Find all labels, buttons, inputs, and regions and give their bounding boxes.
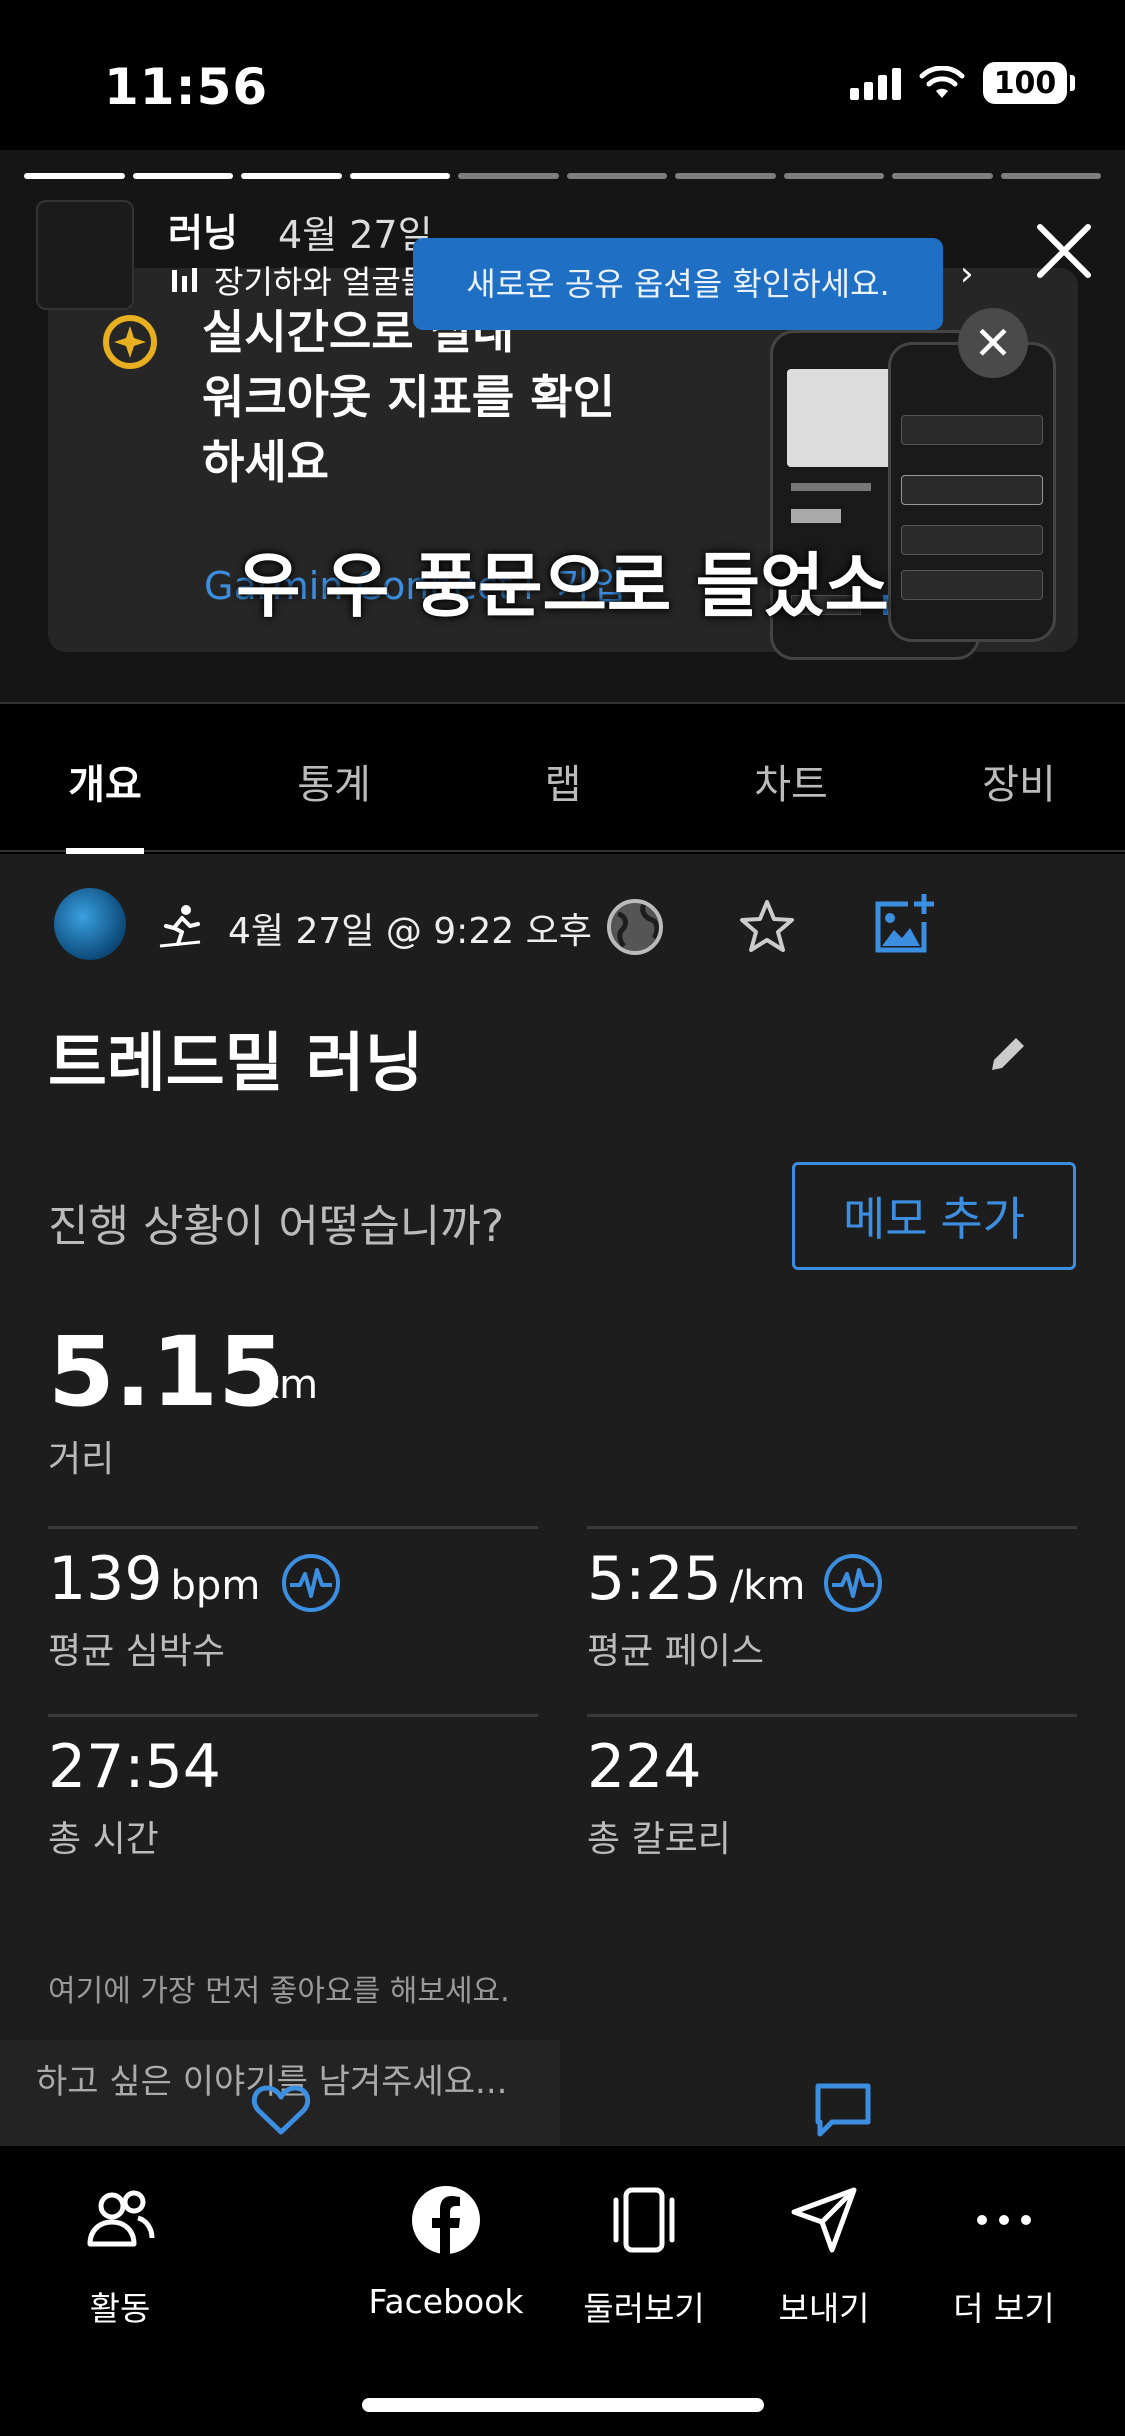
- heart-icon[interactable]: [250, 2082, 312, 2138]
- battery-indicator: 100: [983, 62, 1075, 104]
- story-author: 러닝: [168, 211, 238, 255]
- divider: [48, 1526, 538, 1529]
- more-label: 더 보기: [953, 2289, 1055, 2328]
- story-progress-segment: [24, 173, 125, 179]
- total-calories-label: 총 칼로리: [587, 1819, 731, 1860]
- send-icon: [791, 2187, 857, 2253]
- distance-value: 5.15: [48, 1316, 285, 1428]
- feel-question: 진행 상황이 어떻습니까?: [48, 1201, 505, 1252]
- story-progress-segment: [1000, 173, 1101, 179]
- avg-hr-stat: 139 bpm: [48, 1544, 260, 1614]
- story-progress-segment: [675, 173, 776, 179]
- total-calories-value: 224: [587, 1732, 702, 1802]
- story-progress-segment: [241, 173, 342, 179]
- story-progress-segment: [458, 173, 559, 179]
- divider: [587, 1526, 1077, 1529]
- tab-stats[interactable]: 통계: [274, 752, 394, 810]
- status-icons: 100: [850, 62, 1075, 104]
- garmin-connect-plus-icon: [103, 315, 157, 369]
- avg-pace-label: 평균 페이스: [587, 1631, 765, 1672]
- tab-gear[interactable]: 장비: [959, 752, 1079, 810]
- add-photo-icon[interactable]: [868, 890, 938, 960]
- heart-rate-chart-icon[interactable]: [280, 1552, 342, 1614]
- story-progress-segment: [892, 173, 993, 179]
- story-progress-segment: [349, 173, 450, 179]
- story-progress-segment: [132, 173, 233, 179]
- star-icon[interactable]: [736, 896, 798, 958]
- avg-pace-unit: /km: [729, 1563, 806, 1609]
- divider: [48, 1714, 538, 1717]
- facebook-label: Facebook: [368, 2282, 524, 2321]
- distance-unit: km: [256, 1362, 319, 1408]
- tab-overview[interactable]: 개요: [45, 752, 165, 810]
- close-icon[interactable]: [1028, 215, 1100, 287]
- avg-hr-value: 139: [48, 1544, 163, 1614]
- send-button[interactable]: 보내기: [734, 2180, 914, 2330]
- tab-laps[interactable]: 랩: [503, 752, 623, 810]
- globe-icon[interactable]: [604, 896, 666, 958]
- story-thumbnail: [36, 200, 134, 310]
- status-time: 11:56: [104, 58, 269, 116]
- facebook-icon: [412, 2186, 480, 2254]
- story-caption: 우 우 풍문으로 들었소: [236, 545, 889, 627]
- facebook-share-button[interactable]: Facebook: [356, 2180, 536, 2321]
- more-icon: [977, 2215, 1031, 2225]
- edit-pencil-icon[interactable]: [984, 1030, 1032, 1078]
- more-button[interactable]: 더 보기: [914, 2180, 1094, 2330]
- activity-feed-button[interactable]: 활동: [30, 2180, 210, 2330]
- music-bars-icon: [172, 268, 197, 292]
- comment-icon[interactable]: [812, 2080, 874, 2142]
- avg-hr-unit: bpm: [170, 1563, 261, 1609]
- tab-bar: 개요 통계 랩 차트 장비: [0, 702, 1125, 852]
- story-progress-bars: [24, 173, 1101, 179]
- like-prompt: 여기에 가장 먼저 좋아요를 해보세요.: [48, 1974, 510, 2009]
- story-date: 4월 27일: [278, 213, 433, 257]
- activity-feed-label: 활동: [89, 2289, 151, 2328]
- wifi-icon: [919, 66, 965, 98]
- browse-icon: [613, 2187, 675, 2253]
- browse-button[interactable]: 둘러보기: [554, 2180, 734, 2330]
- distance-label: 거리: [48, 1439, 115, 1480]
- share-options-tooltip[interactable]: 새로운 공유 옵션을 확인하세요.: [413, 238, 943, 330]
- send-label: 보내기: [778, 2289, 870, 2328]
- avg-pace-stat: 5:25/km: [587, 1544, 805, 1614]
- avg-hr-label: 평균 심박수: [48, 1631, 226, 1672]
- add-memo-button[interactable]: 메모 추가: [792, 1162, 1076, 1270]
- chevron-right-icon[interactable]: ›: [960, 254, 974, 294]
- treadmill-run-icon: [159, 905, 201, 948]
- activity-title: 트레드밀 러닝: [48, 1027, 424, 1101]
- divider: [587, 1714, 1077, 1717]
- story-progress-segment: [566, 173, 667, 179]
- total-time-label: 총 시간: [48, 1819, 159, 1860]
- home-indicator[interactable]: [362, 2398, 764, 2412]
- avg-pace-value: 5:25: [587, 1544, 722, 1614]
- browse-label: 둘러보기: [583, 2289, 705, 2328]
- pace-chart-icon[interactable]: [822, 1552, 884, 1614]
- activity-datetime: 4월 27일 @ 9:22 오후: [228, 911, 592, 952]
- promo-close-button[interactable]: ✕: [958, 308, 1028, 378]
- tab-charts[interactable]: 차트: [731, 752, 851, 810]
- cellular-signal-icon: [850, 66, 901, 100]
- total-time-value: 27:54: [48, 1732, 221, 1802]
- avatar[interactable]: [54, 888, 126, 960]
- story-progress-segment: [783, 173, 884, 179]
- people-icon: [87, 2190, 155, 2247]
